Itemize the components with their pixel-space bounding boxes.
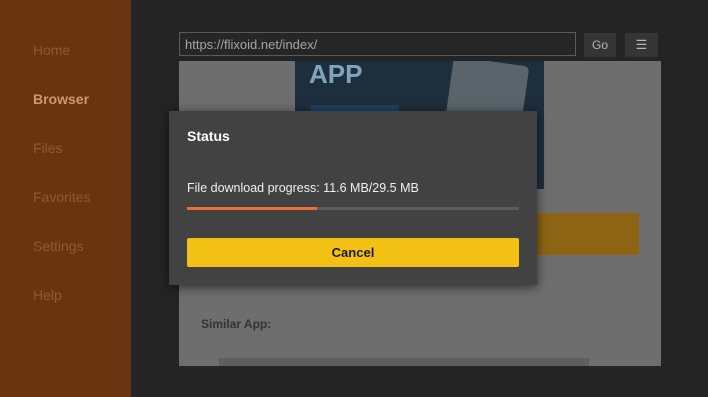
progress-fill	[187, 207, 318, 210]
go-button[interactable]: Go	[584, 33, 616, 57]
progress-bar	[187, 207, 519, 210]
sidebar-item-help[interactable]: Help	[33, 287, 62, 303]
sidebar-item-home[interactable]: Home	[33, 42, 70, 58]
banner-text: APP	[309, 61, 363, 89]
download-progress-text: File download progress: 11.6 MB/29.5 MB	[187, 181, 419, 195]
faint-text-line	[219, 358, 589, 366]
sidebar-item-files[interactable]: Files	[33, 140, 63, 156]
download-button[interactable]	[519, 213, 639, 255]
dialog-title: Status	[187, 128, 230, 144]
cancel-button[interactable]: Cancel	[187, 238, 519, 267]
status-dialog: Status File download progress: 11.6 MB/2…	[169, 111, 537, 285]
sidebar-item-browser[interactable]: Browser	[33, 91, 89, 107]
hamburger-menu-icon: ☰	[635, 37, 648, 52]
sidebar-item-favorites[interactable]: Favorites	[33, 189, 91, 205]
url-input[interactable]	[179, 32, 576, 56]
similar-app-heading: Similar App:	[201, 317, 272, 331]
sidebar: Home Browser Files Favorites Settings He…	[0, 0, 131, 397]
sidebar-item-settings[interactable]: Settings	[33, 238, 84, 254]
menu-button[interactable]: ☰	[625, 33, 658, 57]
